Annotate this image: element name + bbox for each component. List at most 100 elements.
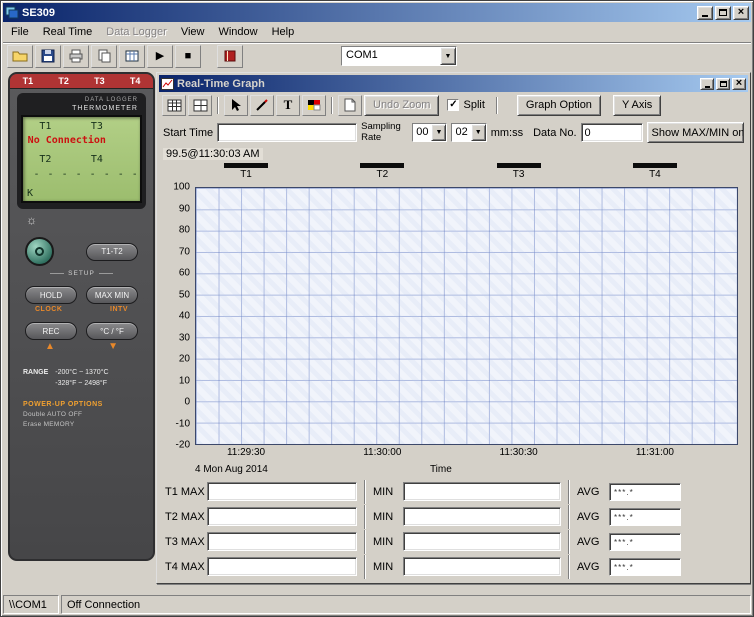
cursor-tool-button[interactable] [224, 94, 248, 116]
page-icon [344, 98, 356, 112]
stat-row-t3: T3 MAX MIN AVG ***.* [161, 529, 746, 554]
x-tick: 11:30:00 [363, 447, 402, 458]
device-input-t1: T1 [22, 76, 34, 86]
com-port-status: \\COM1 [3, 595, 59, 614]
graph-maximize-button[interactable] [716, 77, 730, 90]
main-titlebar[interactable]: SE309 × [3, 3, 751, 22]
legend-t2: T2 [360, 163, 405, 180]
divider [568, 529, 570, 554]
up-arrow-icon: ▲ [45, 341, 55, 353]
legend-line-icon [496, 163, 541, 168]
menu-view[interactable]: View [174, 23, 212, 41]
tile-view-button[interactable] [188, 94, 212, 116]
min-input[interactable] [403, 532, 561, 551]
start-time-input[interactable] [217, 123, 358, 142]
realtime-graph-window: Real-Time Graph × T Undo Zoom ✓ Split Gr… [156, 72, 751, 584]
avg-value: ***.* [609, 507, 681, 526]
clock-label: CLOCK [35, 306, 63, 314]
avg-value: ***.* [609, 482, 681, 501]
avg-label: AVG [577, 510, 600, 523]
min-input[interactable] [403, 507, 561, 526]
rate-minutes-select[interactable]: 00 ▼ [412, 123, 448, 142]
max-label: T4 MAX [165, 560, 205, 573]
max-input[interactable] [207, 557, 357, 576]
combo-dropdown-icon[interactable]: ▼ [431, 124, 447, 141]
y-axis-button[interactable]: Y Axis [612, 94, 662, 116]
print-button[interactable] [63, 44, 89, 68]
menu-file[interactable]: File [4, 23, 36, 41]
graph-minimize-button[interactable] [700, 77, 714, 90]
y-tick: -10 [175, 418, 190, 429]
legend-label: T3 [512, 169, 525, 180]
max-input[interactable] [207, 482, 357, 501]
min-input[interactable] [403, 482, 561, 501]
x-tick: 11:29:30 [226, 447, 266, 458]
com-port-select[interactable]: COM1 ▼ [341, 46, 457, 66]
combo-dropdown-icon[interactable]: ▼ [470, 124, 486, 141]
avg-value: ***.* [609, 532, 681, 551]
device-hold-button: HOLD [25, 286, 77, 305]
start-realtime-button[interactable]: ▶ [147, 44, 173, 68]
data-table-button[interactable] [119, 44, 145, 68]
max-input[interactable] [207, 507, 357, 526]
checkbox-box[interactable]: ✓ [447, 99, 460, 111]
text-tool-button[interactable]: T [276, 94, 300, 116]
power-icon [35, 247, 44, 257]
powerup-options: POWER-UP OPTIONS Double AUTO OFF Erase M… [10, 401, 153, 428]
y-axis-ticks: 100 90 80 70 60 50 40 30 20 10 0 -10 -20 [161, 182, 193, 451]
min-input[interactable] [403, 557, 561, 576]
avg-label: AVG [577, 485, 600, 498]
minimize-icon [702, 15, 708, 17]
range-fahrenheit: -328°F ~ 2498°F [55, 379, 107, 387]
avg-label: AVG [577, 535, 600, 548]
avg-value: ***.* [609, 557, 681, 576]
color-tool-button[interactable] [302, 94, 326, 116]
graph-option-button[interactable]: Graph Option [516, 94, 601, 116]
statusbar: \\COM1 Off Connection [3, 593, 751, 614]
close-icon: × [735, 77, 743, 89]
rate-seconds-select[interactable]: 02 ▼ [451, 123, 487, 142]
copy-button[interactable] [91, 44, 117, 68]
menu-window[interactable]: Window [211, 23, 264, 41]
pen-tool-button[interactable] [250, 94, 274, 116]
client-area: T1 T2 T3 T4 DATA LOGGER THERMOMETER T1 T3 N… [3, 69, 751, 593]
y-tick: 90 [178, 203, 190, 214]
data-no-input[interactable] [580, 123, 643, 142]
help-button[interactable] [217, 44, 243, 68]
plot-area[interactable] [195, 187, 738, 445]
menu-real-time[interactable]: Real Time [36, 23, 100, 41]
menu-data-logger[interactable]: Data Logger [99, 23, 174, 41]
legend-line-icon [360, 163, 405, 168]
minimize-button[interactable] [697, 5, 713, 20]
undo-zoom-button[interactable]: Undo Zoom [364, 94, 440, 116]
cursor-readout: 99.5@11:30:03 AM [163, 148, 263, 160]
combo-dropdown-icon[interactable]: ▼ [440, 47, 456, 65]
menu-help[interactable]: Help [265, 23, 302, 41]
legend-label: T4 [649, 169, 661, 180]
table-view-button[interactable] [162, 94, 186, 116]
open-button[interactable] [7, 44, 33, 68]
divider [568, 479, 570, 504]
save-button[interactable] [35, 44, 61, 68]
main-window: SE309 × File Real Time Data Logger View Wind… [0, 0, 754, 617]
print-icon [69, 49, 83, 63]
split-checkbox[interactable]: ✓ Split [447, 99, 485, 111]
y-tick: 60 [178, 267, 190, 279]
graph-close-button[interactable]: × [732, 77, 746, 90]
min-label: MIN [373, 560, 394, 573]
minimize-icon [704, 85, 710, 88]
sampling-rate-label: Sampling Rate [361, 121, 401, 143]
backlight-icon: ☼ [26, 213, 37, 228]
lcd-t1: T1 [39, 121, 52, 133]
close-icon: × [737, 6, 745, 18]
cursor-icon [232, 99, 241, 111]
show-maxmin-button[interactable]: Show MAX/MIN on [646, 122, 744, 143]
stop-realtime-button[interactable]: ■ [175, 44, 201, 68]
close-button[interactable]: × [733, 5, 749, 20]
device-cf-button: °C / °F [86, 322, 138, 341]
report-button[interactable] [338, 94, 362, 116]
graph-titlebar[interactable]: Real-Time Graph × [159, 75, 748, 92]
toolbar-separator [217, 96, 219, 114]
max-input[interactable] [207, 532, 357, 551]
maximize-button[interactable] [715, 5, 731, 20]
